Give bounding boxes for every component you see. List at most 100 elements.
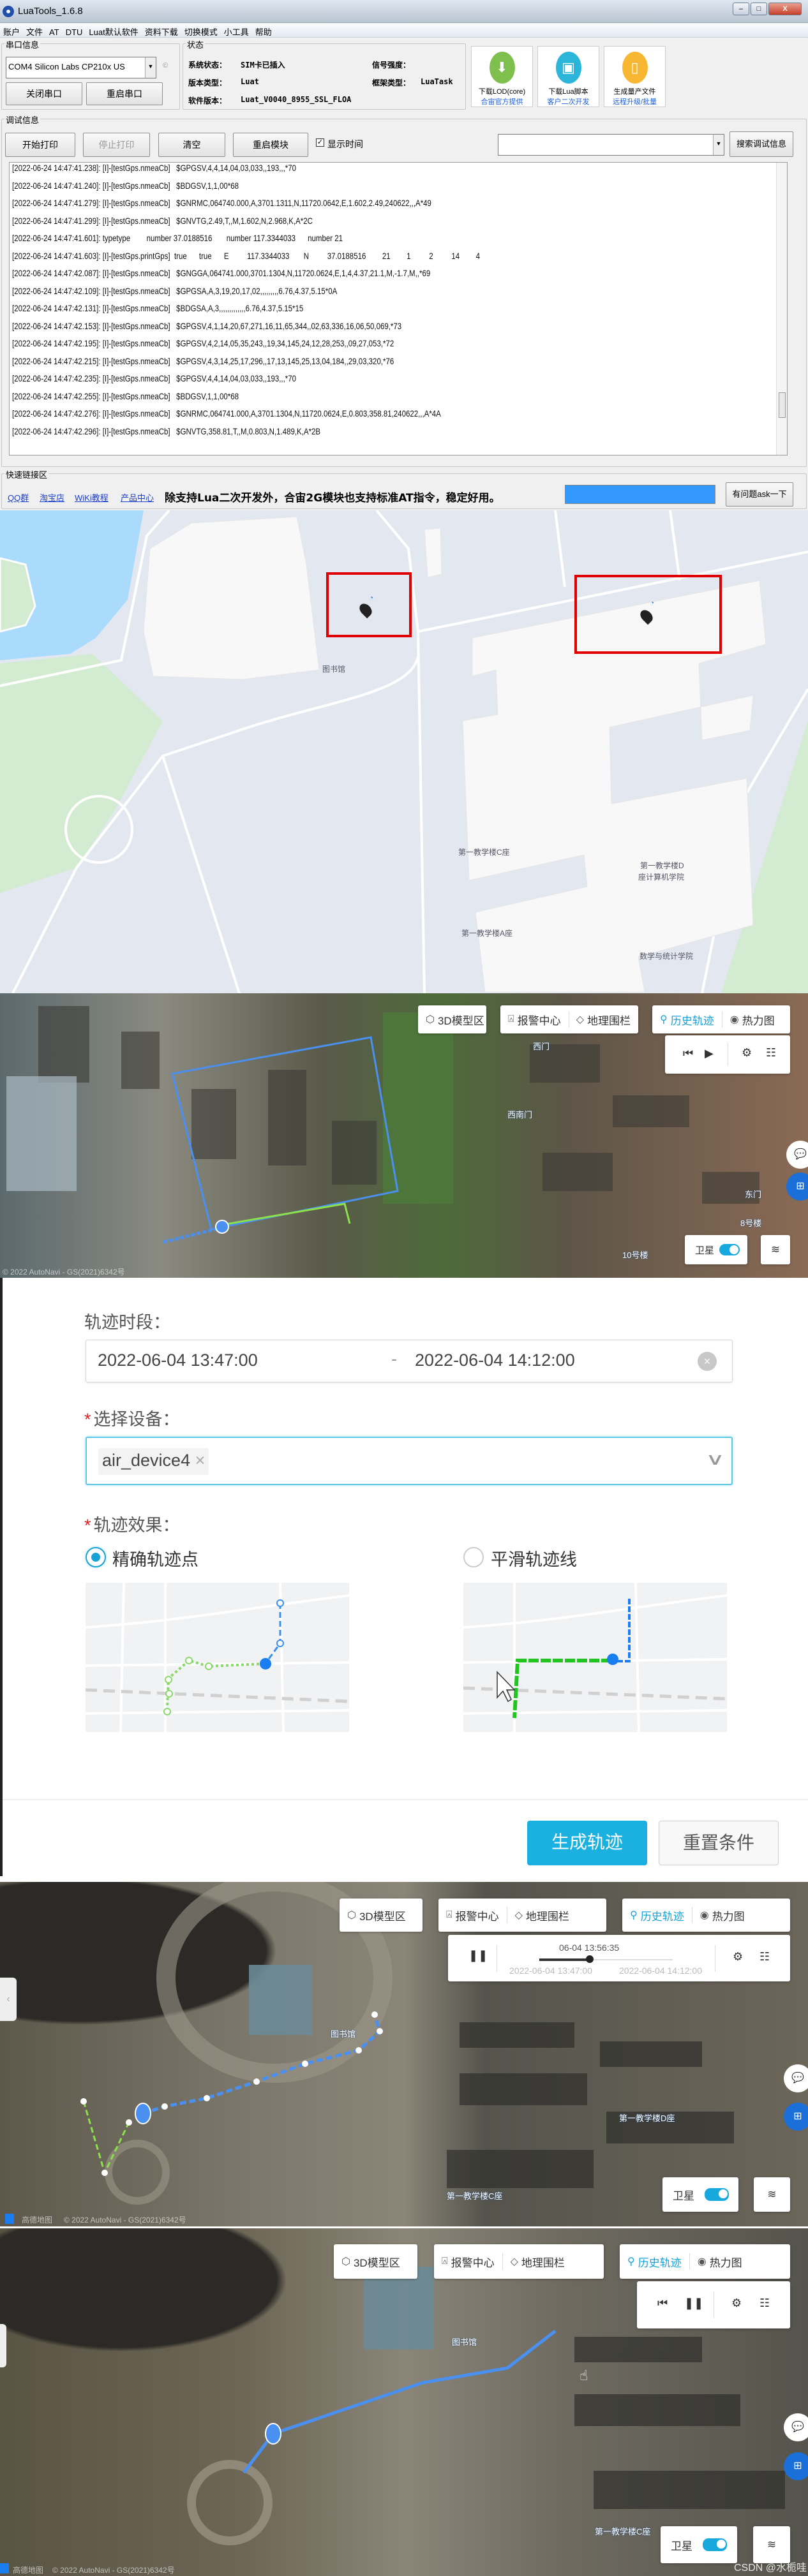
maximize-button[interactable]: □ [751,3,767,15]
list-icon[interactable]: ☷ [766,1046,776,1060]
gear-icon[interactable]: ⚙ [742,1046,752,1060]
close-port-button[interactable]: 关闭串口 [6,82,82,105]
show-time-checkbox[interactable]: ✓ [316,138,324,147]
clear-button[interactable]: 清空 [158,133,225,157]
quick-links-label: 快速链接区 [4,468,49,480]
search-debug-button[interactable]: 搜索调试信息 [729,131,793,157]
download-lua-button[interactable]: ▣ 下载Lua脚本 客户二次开发 [537,46,599,107]
ask-button[interactable]: 有问题ask一下 [726,482,793,507]
chat-icon[interactable]: 💬 [784,2413,808,2441]
start-print-button[interactable]: 开始打印 [5,133,75,157]
generate-track-button[interactable]: 生成轨迹 [527,1821,647,1865]
geofence-button[interactable]: ◇ 地理围栏 [507,1907,577,1923]
satellite-toggle[interactable] [703,2538,727,2551]
skip-back-icon[interactable]: ⏮ [657,2297,668,2310]
list-icon[interactable]: ☷ [759,2297,770,2310]
tag-close-icon[interactable]: × [195,1451,206,1470]
start-date[interactable]: 2022-06-04 13:47:00 [98,1351,258,1370]
menu-dtu[interactable]: DTU [63,26,86,37]
restart-port-button[interactable]: 重启串口 [86,82,163,105]
heatmap-button[interactable]: ◉ 热力图 [692,1907,752,1923]
current-position-marker [215,1220,229,1234]
serial-port-select[interactable]: COM4 Silicon Labs CP210x US ▼ [6,57,156,78]
close-window-button[interactable]: X [768,3,802,15]
model-3d-button[interactable]: ⬡ 3D模型区 [340,1907,414,1923]
history-track-button[interactable]: ⚲ 历史轨迹 [622,1907,692,1923]
menu-file[interactable]: 文件 [23,24,46,38]
grid-apps-icon[interactable]: ⊞ [784,2103,808,2131]
date-range-input[interactable]: 2022-06-04 13:47:00 - 2022-06-04 14:12:0… [86,1340,733,1382]
play-icon[interactable]: ▶ [705,1047,714,1060]
precise-preview-image[interactable] [86,1583,349,1732]
geofence-button[interactable]: ◇ 地理围栏 [503,2254,572,2270]
menu-at[interactable]: AT [46,26,63,37]
stop-print-button[interactable]: 停止打印 [83,133,150,157]
vector-map[interactable]: ◔ ◔ 图书馆 第一教学楼C座 第一教学楼D 座计算机学院 第一教学楼A座 数学… [0,510,808,993]
radio-smooth[interactable] [463,1547,484,1567]
grid-apps-icon[interactable]: ⊞ [784,2452,808,2480]
model-3d-button[interactable]: ⬡ 3D模型区 [334,2254,408,2270]
link-wiki[interactable]: WiKi教程 [75,491,108,503]
menu-account[interactable]: 账户 [0,24,23,38]
chevron-down-icon[interactable]: ∨ [705,1449,724,1469]
satellite-map[interactable]: 西门 西南门 东门 8号楼 10号楼 © 2022 AutoNavi - GS(… [0,993,808,1278]
satellite-toggle[interactable] [705,2188,729,2201]
download-lod-button[interactable]: ⬇ 下载LOD(core) 合宙官方提供 [471,46,533,107]
list-icon[interactable]: ☷ [759,1950,770,1964]
alarm-center-button[interactable]: ⍓ 报警中心 [500,1012,569,1028]
clear-icon[interactable]: × [698,1352,717,1371]
radio-smooth-label[interactable]: 平滑轨迹线 [491,1546,577,1571]
device-select[interactable]: air_device4 × ∨ [86,1437,733,1485]
satellite-map[interactable]: 图书馆 第一教学楼C座 ☝ 高德地图 © 2022 AutoNavi - GS(… [0,2228,808,2576]
satellite-map[interactable]: 图书馆 第一教学楼D座 第一教学楼C座 ‹ 高德地图 © 2022 AutoNa… [0,1882,808,2226]
history-track-button[interactable]: ⚲ 历史轨迹 [652,1012,722,1028]
history-track-button[interactable]: ⚲ 历史轨迹 [620,2254,689,2270]
pause-icon[interactable]: ❚❚ [468,1949,488,1962]
menu-switch-mode[interactable]: 切换模式 [181,24,221,38]
refresh-icon[interactable]: © [163,62,168,70]
highlight-box [326,572,412,637]
menu-tools[interactable]: 小工具 [221,24,252,38]
chat-icon[interactable]: 💬 [784,2064,808,2092]
gear-icon[interactable]: ⚙ [731,2297,742,2310]
minimize-button[interactable]: – [733,3,749,15]
collapse-panel-handle[interactable] [0,2324,6,2367]
layers-button[interactable]: ≋ [753,2526,790,2563]
playback-slider[interactable] [539,1955,673,1963]
geofence-button[interactable]: ◇ 地理围栏 [569,1012,638,1028]
alarm-label: 报警中心 [517,1014,561,1027]
satellite-toggle[interactable] [719,1244,740,1255]
model-3d-button[interactable]: ⬡ 3D模型区 [418,1012,492,1028]
debug-log[interactable]: [2022-06-24 14:47:41.238]: [I]-[testGps.… [9,162,788,455]
heatmap-button[interactable]: ◉ 热力图 [690,2254,750,2270]
menu-downloads[interactable]: 资料下载 [142,24,181,38]
menu-help[interactable]: 帮助 [252,24,275,38]
end-date[interactable]: 2022-06-04 14:12:00 [415,1351,575,1370]
heatmap-button[interactable]: ◉ 热力图 [722,1012,782,1028]
collapse-panel-handle[interactable]: ‹ [0,1978,17,2021]
restart-module-button[interactable]: 重启模块 [233,133,308,157]
link-products[interactable]: 产品中心 [121,491,154,503]
link-qq-group[interactable]: QQ群 [8,491,29,503]
skip-back-icon[interactable]: ⏮ [683,1047,693,1060]
log-scrollbar[interactable] [776,163,787,455]
layers-button[interactable]: ≋ [761,1235,790,1264]
smooth-preview-image[interactable] [463,1583,727,1732]
radio-precise-label[interactable]: 精确轨迹点 [112,1546,198,1571]
scrollbar-thumb[interactable] [779,392,786,418]
link-taobao[interactable]: 淘宝店 [40,491,64,503]
radio-precise[interactable] [86,1547,106,1567]
search-input[interactable]: ▼ [498,134,724,156]
status-group: 状态 系统状态： SIM卡已插入 信号强度： 版本类型： Luat 框架类型： … [183,38,466,110]
slider-thumb[interactable] [586,1955,594,1963]
menu-luat-default[interactable]: Luat默认软件 [86,24,141,38]
alarm-center-button[interactable]: ⍓ 报警中心 [438,1907,507,1923]
reset-conditions-button[interactable]: 重置条件 [659,1821,779,1865]
gear-icon[interactable]: ⚙ [733,1950,743,1964]
log-line: [2022-06-24 14:47:42.109]: [I]-[testGps.… [12,285,338,296]
alarm-icon: ⍓ [508,1014,514,1025]
generate-production-file-button[interactable]: ▯ 生成量产文件 远程升级/批量 [604,46,666,107]
layers-button[interactable]: ≋ [754,2177,790,2212]
pause-icon[interactable]: ❚❚ [684,2297,703,2310]
alarm-center-button[interactable]: ⍓ 报警中心 [434,2254,502,2270]
